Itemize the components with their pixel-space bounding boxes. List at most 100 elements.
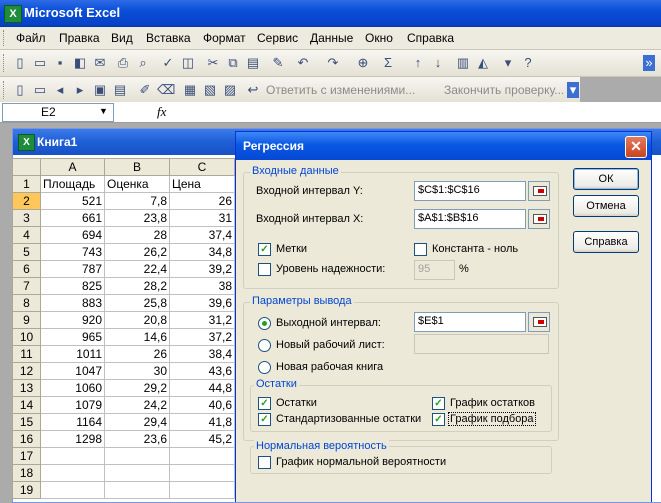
copy-icon[interactable]: ⧉ [225,55,241,71]
cell[interactable]: 23,8 [104,209,170,227]
row-header[interactable]: 7 [12,277,41,295]
output-range-radio[interactable] [258,317,271,330]
output-range-field[interactable]: $E$1 [414,312,526,332]
row-header[interactable]: 12 [12,362,41,380]
toolbar-options-icon[interactable]: » [643,55,655,71]
save-icon[interactable]: ▪ [52,55,68,71]
labels-checkbox[interactable]: ✓ [258,243,271,256]
research-icon[interactable]: ◫ [180,55,196,71]
cell[interactable] [40,481,105,499]
menu-edit[interactable]: Правка [59,31,100,45]
fit-plot-checkbox[interactable]: ✓ [432,413,445,426]
cell[interactable] [169,481,235,499]
row-header[interactable]: 2 [12,192,41,210]
cell[interactable]: 25,8 [104,294,170,312]
ink-icon[interactable]: ✐ [137,82,153,98]
cell[interactable] [104,481,170,499]
cell[interactable]: 38 [169,277,235,295]
cell[interactable]: 38,4 [169,345,235,363]
toolbar-grip[interactable] [3,54,7,72]
cell[interactable]: 20,8 [104,311,170,329]
cut-icon[interactable]: ✂ [205,55,221,71]
select-all-corner[interactable] [12,158,41,176]
cell[interactable]: 29,4 [104,413,170,431]
row-header[interactable]: 6 [12,260,41,278]
undo-icon[interactable]: ↶ [295,55,311,71]
collapse-dialog-output-icon[interactable] [528,312,550,332]
help-icon[interactable]: ? [520,55,536,71]
name-box[interactable]: E2 ▼ [2,103,114,122]
confidence-level-checkbox[interactable] [258,263,271,276]
menu-data[interactable]: Данные [310,31,353,45]
cell[interactable]: 1164 [40,413,105,431]
reply-with-changes-button[interactable]: Ответить с изменениями... [266,83,415,97]
cell[interactable] [169,447,235,465]
row-header[interactable]: 5 [12,243,41,261]
next-comment-icon[interactable]: ▸ [72,82,88,98]
cell[interactable]: 26,2 [104,243,170,261]
cell[interactable]: 23,6 [104,430,170,448]
show-comment-icon[interactable]: ▭ [32,82,48,98]
prev-comment-icon[interactable]: ◂ [52,82,68,98]
menu-help[interactable]: Справка [407,31,454,45]
cell[interactable]: 694 [40,226,105,244]
cell[interactable]: 43,6 [169,362,235,380]
print-icon[interactable]: ⎙ [115,55,131,71]
help-button[interactable]: Справка [573,231,639,253]
new-worksheet-field[interactable] [414,334,549,354]
row-header[interactable]: 18 [12,464,41,482]
menu-window[interactable]: Окно [365,31,393,45]
residuals-checkbox[interactable]: ✓ [258,397,271,410]
sort-ascending-icon[interactable]: ↑ [410,55,426,71]
row-header[interactable]: 11 [12,345,41,363]
constant-zero-checkbox[interactable] [414,243,427,256]
row-header[interactable]: 14 [12,396,41,414]
cell[interactable]: 787 [40,260,105,278]
send-icon[interactable]: ▨ [222,82,238,98]
cell[interactable]: 40,6 [169,396,235,414]
cell[interactable]: 965 [40,328,105,346]
row-header[interactable]: 16 [12,430,41,448]
create-task-icon[interactable]: ▦ [182,82,198,98]
cell[interactable]: Цена [169,175,235,193]
cell[interactable]: Оценка [104,175,170,193]
cell[interactable]: 29,2 [104,379,170,397]
row-header[interactable]: 1 [12,175,41,193]
menu-file[interactable]: Файл [16,31,46,45]
hyperlink-icon[interactable]: ⊕ [355,55,371,71]
new-worksheet-radio[interactable] [258,339,271,352]
cell[interactable]: 1047 [40,362,105,380]
cell[interactable]: 22,4 [104,260,170,278]
cell[interactable] [169,464,235,482]
cell[interactable]: 37,4 [169,226,235,244]
chart-wizard-icon[interactable]: ▥ [455,55,471,71]
print-preview-icon[interactable]: ⌕ [135,55,151,71]
std-residuals-checkbox[interactable]: ✓ [258,413,271,426]
open-icon[interactable]: ▭ [32,55,48,71]
cell[interactable] [40,464,105,482]
menu-format[interactable]: Формат [203,31,246,45]
column-header[interactable]: B [104,158,170,176]
confidence-level-field[interactable]: 95 [414,260,455,280]
delete-ink-icon[interactable]: ⌫ [157,82,175,98]
ok-button[interactable]: ОК [573,168,639,190]
update-file-icon[interactable]: ▧ [202,82,218,98]
row-header[interactable]: 15 [12,413,41,431]
input-y-field[interactable]: $C$1:$C$16 [414,181,526,201]
menu-insert[interactable]: Вставка [146,31,191,45]
dialog-title-bar[interactable]: Регрессия ✕ [236,132,651,160]
residual-plot-checkbox[interactable]: ✓ [432,397,445,410]
cell[interactable]: 34,8 [169,243,235,261]
collapse-dialog-x-icon[interactable] [528,209,550,229]
cell[interactable]: 30 [104,362,170,380]
cell[interactable]: 661 [40,209,105,227]
autosum-icon[interactable]: Σ [380,55,396,71]
permission-icon[interactable]: ◧ [72,55,88,71]
format-painter-icon[interactable]: ✎ [270,55,286,71]
cell[interactable]: 883 [40,294,105,312]
collapse-dialog-y-icon[interactable] [528,181,550,201]
cell[interactable]: 7,8 [104,192,170,210]
row-header[interactable]: 3 [12,209,41,227]
insert-function-icon[interactable]: fx [157,104,166,120]
cell[interactable]: 45,2 [169,430,235,448]
